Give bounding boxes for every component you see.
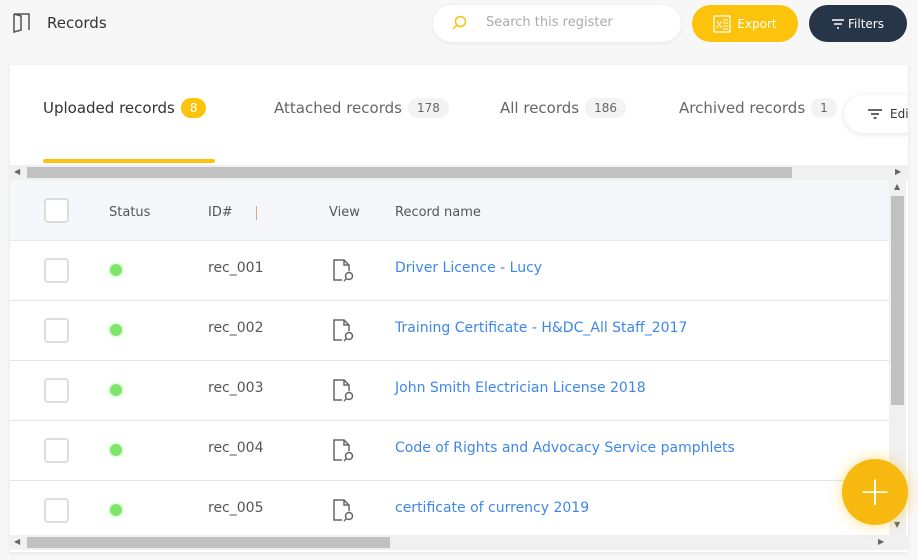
view-document-icon[interactable] <box>332 318 356 344</box>
edit-label: Edi <box>890 107 908 121</box>
export-button[interactable]: X Export <box>692 5 798 42</box>
tab-count-badge: 1 <box>811 98 837 118</box>
add-record-button[interactable]: + <box>842 459 908 525</box>
edit-columns-button[interactable]: Edi <box>844 95 908 133</box>
scroll-left-arrow[interactable]: ◀ <box>14 537 20 546</box>
record-name-link[interactable]: John Smith Electrician License 2018 <box>395 380 646 396</box>
table-row: rec_003 John Smith Electrician License 2… <box>10 361 889 421</box>
column-id[interactable]: ID# <box>208 205 233 220</box>
status-indicator <box>110 444 122 456</box>
select-all-checkbox[interactable] <box>44 198 69 223</box>
view-document-icon[interactable] <box>332 498 356 524</box>
scrollbar-thumb[interactable] <box>27 537 390 548</box>
column-view: View <box>329 205 360 220</box>
table-row: rec_001 Driver Licence - Lucy <box>10 241 889 301</box>
status-indicator <box>110 324 122 336</box>
tab-label: Uploaded records <box>43 99 175 117</box>
view-document-icon[interactable] <box>332 258 356 284</box>
bottom-horizontal-scrollbar[interactable]: ◀ ▶ <box>10 535 908 550</box>
record-name-link[interactable]: Code of Rights and Advocacy Service pamp… <box>395 440 735 456</box>
status-indicator <box>110 504 122 516</box>
column-status[interactable]: Status <box>109 205 150 220</box>
row-checkbox[interactable] <box>44 318 69 343</box>
tab-count-badge: 178 <box>407 98 449 118</box>
record-id: rec_004 <box>208 440 264 456</box>
page-title: Records <box>47 14 107 32</box>
view-document-icon[interactable] <box>332 378 356 404</box>
scrollbar-thumb[interactable] <box>27 167 792 178</box>
row-checkbox[interactable] <box>44 498 69 523</box>
column-resize-handle[interactable] <box>256 206 257 220</box>
filter-icon <box>868 109 882 119</box>
tab-label: All records <box>500 99 580 117</box>
svg-text:X: X <box>716 20 723 31</box>
record-id: rec_001 <box>208 260 264 276</box>
filter-icon <box>832 18 844 29</box>
tab-count-badge: 8 <box>180 98 207 118</box>
scroll-right-arrow[interactable]: ▶ <box>878 537 884 546</box>
filters-label: Filters <box>848 16 884 31</box>
vertical-scrollbar-thumb[interactable] <box>891 196 904 405</box>
scroll-up-arrow[interactable]: ▲ <box>894 182 900 191</box>
search-icon <box>452 15 467 30</box>
tab-count-badge: 186 <box>585 98 627 118</box>
record-name-link[interactable]: certificate of currency 2019 <box>395 500 589 516</box>
row-checkbox[interactable] <box>44 438 69 463</box>
tab-uploaded-records[interactable]: Uploaded records 8 <box>43 98 207 118</box>
tab-attached-records[interactable]: Attached records 178 <box>274 98 449 118</box>
tab-label: Attached records <box>274 99 402 117</box>
top-horizontal-scrollbar[interactable]: ◀ ▶ <box>10 165 908 180</box>
tab-archived-records[interactable]: Archived records 1 <box>679 98 837 118</box>
search-placeholder: Search this register <box>486 15 613 30</box>
record-id: rec_002 <box>208 320 264 336</box>
records-book-icon <box>13 13 30 33</box>
scroll-down-arrow[interactable]: ▼ <box>894 520 900 529</box>
record-id: rec_005 <box>208 500 264 516</box>
column-record-name[interactable]: Record name <box>395 205 481 220</box>
records-card: Uploaded records 8 Attached records 178 Al… <box>10 65 908 552</box>
status-indicator <box>110 384 122 396</box>
tab-label: Archived records <box>679 99 806 117</box>
filters-button[interactable]: Filters <box>809 5 907 42</box>
record-id: rec_003 <box>208 380 264 396</box>
view-document-icon[interactable] <box>332 438 356 464</box>
excel-icon: X <box>713 14 731 33</box>
record-name-link[interactable]: Driver Licence - Lucy <box>395 260 542 276</box>
row-checkbox[interactable] <box>44 258 69 283</box>
table-row: rec_005 certificate of currency 2019 <box>10 481 889 541</box>
status-indicator <box>110 264 122 276</box>
active-tab-indicator <box>43 159 215 163</box>
table-row: rec_002 Training Certificate - H&DC_All … <box>10 301 889 361</box>
row-checkbox[interactable] <box>44 378 69 403</box>
tab-all-records[interactable]: All records 186 <box>500 98 627 118</box>
record-name-link[interactable]: Training Certificate - H&DC_All Staff_20… <box>395 320 687 336</box>
table-header: Status ID# View Record name <box>10 180 889 241</box>
export-label: Export <box>737 16 777 31</box>
scroll-left-arrow[interactable]: ◀ <box>14 167 20 176</box>
search-input[interactable]: Search this register <box>433 5 681 42</box>
scroll-right-arrow[interactable]: ▶ <box>895 167 901 176</box>
table-row: rec_004 Code of Rights and Advocacy Serv… <box>10 421 889 481</box>
